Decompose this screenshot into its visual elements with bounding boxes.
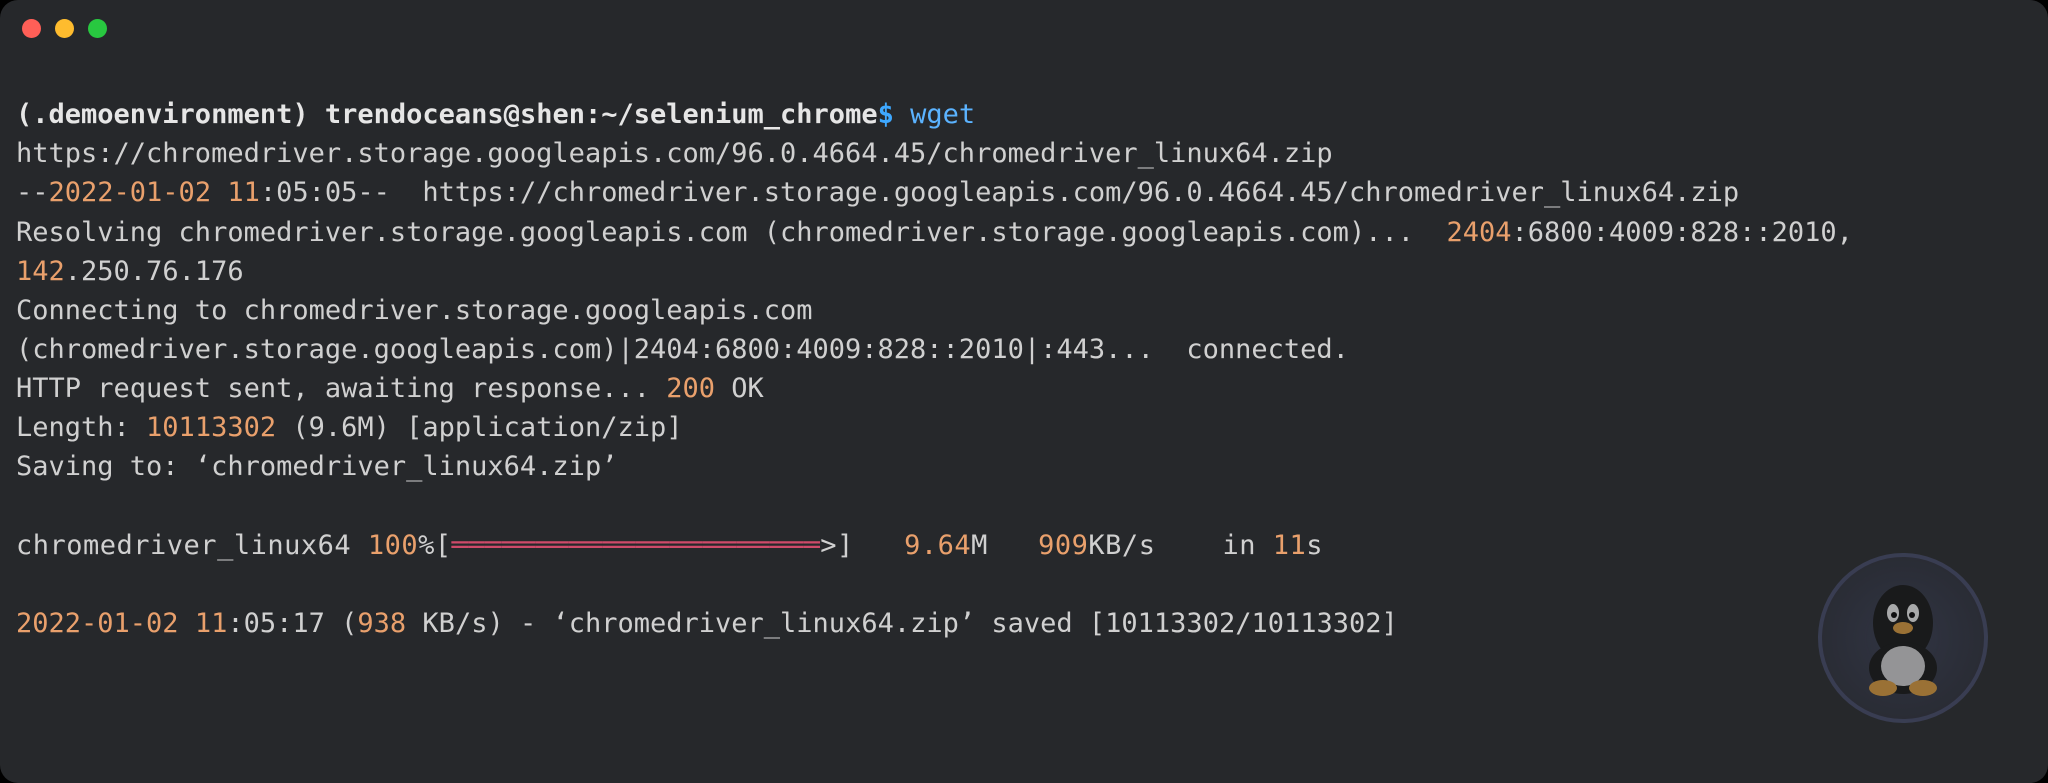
close-icon[interactable] bbox=[22, 19, 41, 38]
progress-rate-u: KB/s in bbox=[1088, 530, 1272, 561]
progress-bar-fill: ══════════════════════ bbox=[452, 530, 821, 561]
output-ts-url: https://chromedriver.storage.googleapis.… bbox=[390, 177, 1739, 208]
output-ip6-rest: :6800:4009:828::2010, bbox=[1512, 217, 1853, 248]
output-length-n: 10113302 bbox=[146, 412, 276, 443]
prompt-userhost: trendoceans@shen bbox=[325, 99, 585, 130]
progress-eta: 11 bbox=[1273, 530, 1307, 561]
output-ip4: 142 bbox=[16, 256, 65, 287]
done-rate: 938 bbox=[357, 608, 406, 639]
terminal-output[interactable]: (.demoenvironment) trendoceans@shen:~/se… bbox=[0, 56, 2048, 702]
output-length-label: Length: bbox=[16, 412, 146, 443]
done-close: ] bbox=[1382, 608, 1398, 639]
progress-eta-u: s bbox=[1306, 530, 1323, 561]
command-text: wget bbox=[910, 99, 975, 130]
progress-open: %[ bbox=[418, 530, 452, 561]
progress-size-u: M bbox=[971, 530, 1038, 561]
done-rate-u: KB/s) - ‘chromedriver_linux64.zip’ saved… bbox=[406, 608, 1105, 639]
progress-pct: 100 bbox=[368, 530, 418, 561]
prompt-env: (.demoenvironment) bbox=[16, 99, 309, 130]
window-titlebar bbox=[0, 0, 2048, 56]
done-sp bbox=[179, 608, 195, 639]
output-saving: Saving to: ‘chromedriver_linux64.zip’ bbox=[16, 451, 617, 482]
output-connect-b: (chromedriver.storage.googleapis.com)|24… bbox=[16, 334, 1349, 365]
prompt-dollar: $ bbox=[878, 99, 894, 130]
prompt-path: ~/selenium_chrome bbox=[601, 99, 877, 130]
output-ts-rest: :05:05-- bbox=[260, 177, 390, 208]
output-ts-hour: 11 bbox=[227, 177, 260, 208]
output-http-code: 200 bbox=[666, 373, 715, 404]
output-ip4-rest: .250.76.176 bbox=[65, 256, 244, 287]
output-ts-date: 2022-01-02 bbox=[49, 177, 212, 208]
output-ip6: 2404 bbox=[1446, 217, 1511, 248]
minimize-icon[interactable] bbox=[55, 19, 74, 38]
output-http-ok: OK bbox=[715, 373, 764, 404]
done-bytes: 10113302/10113302 bbox=[1105, 608, 1381, 639]
progress-close: >] bbox=[820, 530, 904, 561]
progress-name: chromedriver_linux64 bbox=[16, 530, 368, 561]
progress-size: 9.64 bbox=[904, 530, 971, 561]
done-date: 2022-01-02 bbox=[16, 608, 179, 639]
maximize-icon[interactable] bbox=[88, 19, 107, 38]
done-rest: :05:17 ( bbox=[227, 608, 357, 639]
progress-rate: 909 bbox=[1038, 530, 1088, 561]
output-length-rest: (9.6M) [application/zip] bbox=[276, 412, 682, 443]
output-ts-pre: -- bbox=[16, 177, 49, 208]
output-http: HTTP request sent, awaiting response... bbox=[16, 373, 666, 404]
done-hour: 11 bbox=[195, 608, 228, 639]
output-resolve: Resolving chromedriver.storage.googleapi… bbox=[16, 217, 1446, 248]
output-connect-a: Connecting to chromedriver.storage.googl… bbox=[16, 295, 813, 326]
terminal-window: (.demoenvironment) trendoceans@shen:~/se… bbox=[0, 0, 2048, 783]
output-url: https://chromedriver.storage.googleapis.… bbox=[16, 138, 1333, 169]
